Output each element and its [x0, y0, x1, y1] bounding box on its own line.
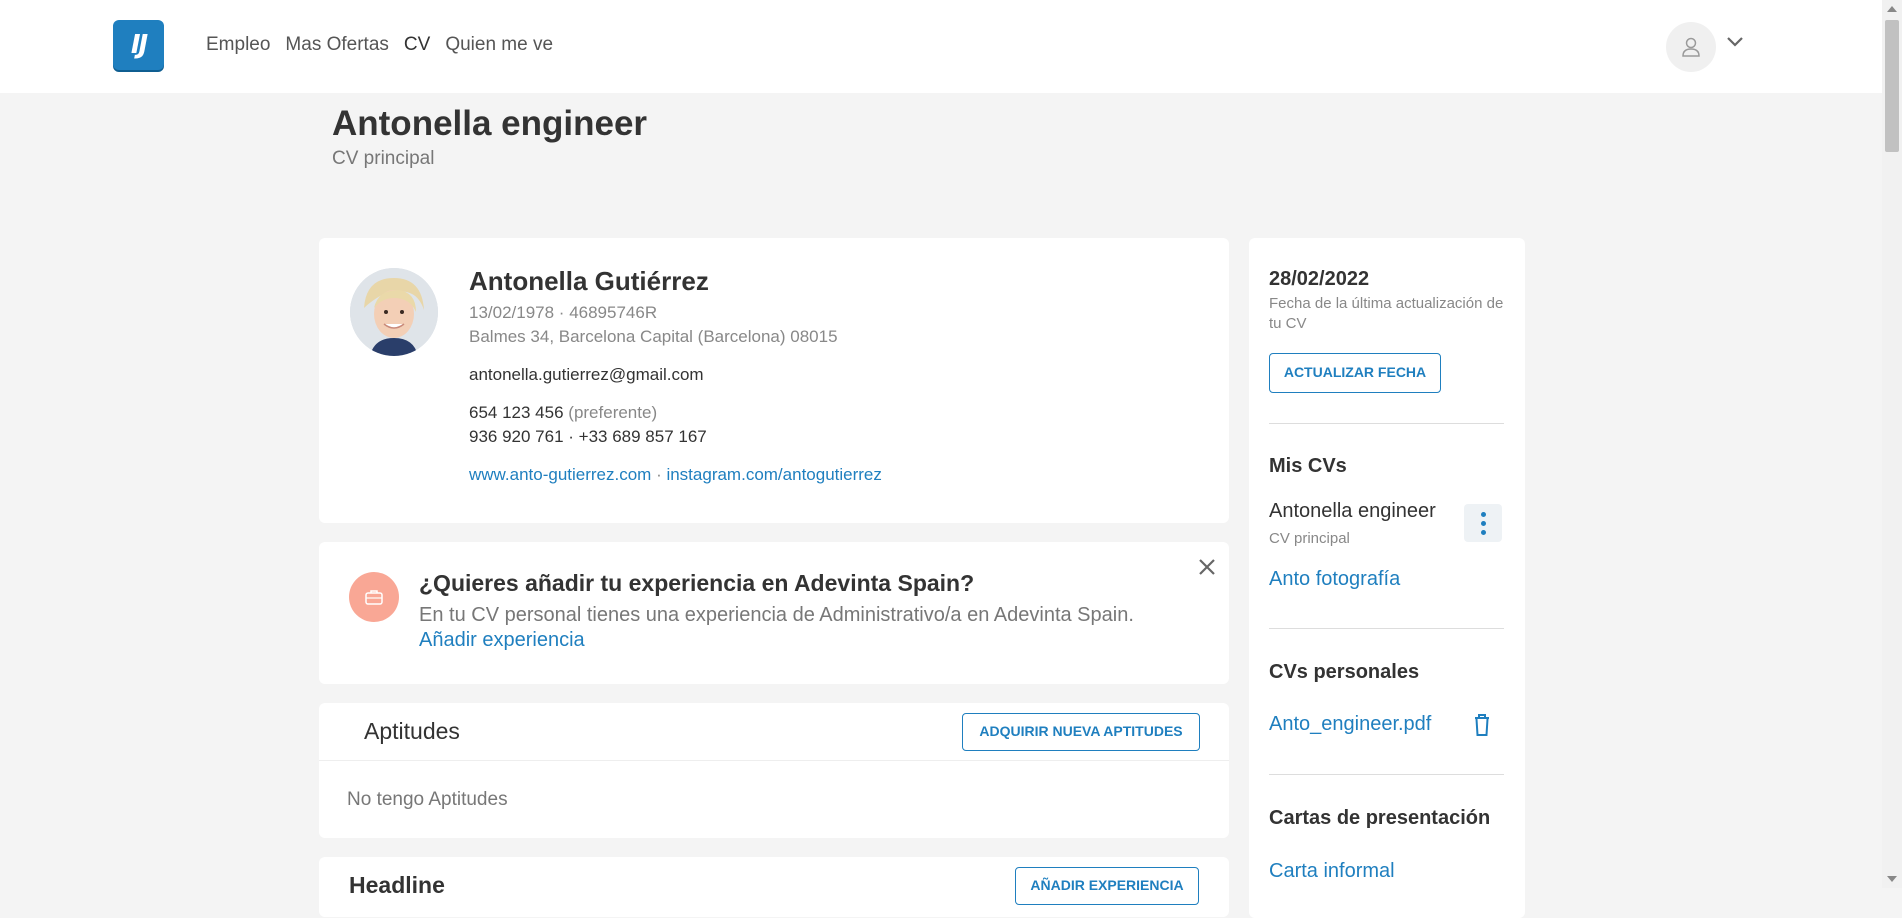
profile-photo	[350, 268, 438, 356]
kebab-dot	[1481, 521, 1486, 526]
mis-cvs-title: Mis CVs	[1269, 455, 1347, 477]
skills-title: Aptitudes	[364, 718, 460, 744]
nav-item-cv[interactable]: CV	[404, 34, 430, 56]
scroll-down-arrow-icon[interactable]	[1887, 876, 1897, 882]
nav-item-empleo[interactable]: Empleo	[206, 34, 270, 56]
add-experience-button[interactable]: AÑADIR EXPERIENCIA	[1015, 867, 1199, 905]
personal-cvs-title: CVs personales	[1269, 661, 1420, 683]
cv-sidebar: 28/02/2022 Fecha de la última actualizac…	[1249, 238, 1525, 918]
notice-icon-circle	[349, 572, 399, 622]
trash-icon[interactable]	[1473, 713, 1491, 737]
cv-link-anto-fotografia[interactable]: Anto fotografía	[1269, 568, 1400, 591]
skills-card: Aptitudes ADQUIRIR NUEVA APTITUDES No te…	[319, 703, 1229, 838]
main-nav: Empleo Mas Ofertas CV Quien me ve	[206, 34, 568, 56]
divider	[1269, 423, 1504, 424]
profile-phones-other: 936 920 761 · +33 689 857 167	[469, 427, 707, 446]
headline-title: Headline	[349, 872, 445, 898]
add-experience-notice: ¿Quieres añadir tu experiencia en Adevin…	[319, 542, 1229, 684]
top-navigation-bar: IJ Empleo Mas Ofertas CV Quien me ve	[0, 0, 1882, 93]
page-subtitle: CV principal	[332, 148, 435, 169]
divider	[1269, 774, 1504, 775]
update-date-button[interactable]: ACTUALIZAR FECHA	[1269, 353, 1441, 393]
cv-main-subtitle: CV principal	[1269, 530, 1350, 547]
skills-empty-text: No tengo Aptitudes	[347, 789, 508, 810]
phone-primary-note: (preferente)	[568, 403, 658, 422]
cv-main-name[interactable]: Antonella engineer	[1269, 500, 1436, 523]
phone-primary-number: 654 123 456	[469, 403, 564, 422]
kebab-dot	[1481, 530, 1486, 535]
cover-letter-link[interactable]: Carta informal	[1269, 860, 1395, 883]
profile-phone-primary: 654 123 456 (preferente)	[469, 403, 882, 423]
brand-logo[interactable]: IJ	[113, 20, 164, 70]
headline-card: Headline AÑADIR EXPERIENCIA	[319, 857, 1229, 917]
profile-info: Antonella Gutiérrez 13/02/1978 · 4689574…	[469, 266, 882, 485]
instagram-link[interactable]: instagram.com/antogutierrez	[666, 465, 881, 484]
last-update-note: Fecha de la última actualización de tu C…	[1269, 295, 1504, 332]
nav-item-mas-ofertas[interactable]: Mas Ofertas	[285, 34, 388, 56]
links-separator: ·	[651, 465, 667, 484]
page-title: Antonella engineer	[332, 104, 648, 143]
profile-links: www.anto-gutierrez.com · instagram.com/a…	[469, 465, 882, 485]
user-avatar-button[interactable]	[1666, 22, 1716, 72]
divider	[319, 760, 1229, 761]
close-icon[interactable]	[1195, 555, 1219, 579]
scroll-thumb[interactable]	[1885, 20, 1899, 152]
divider	[1269, 628, 1504, 629]
user-icon	[1682, 37, 1700, 57]
last-update-date: 28/02/2022	[1269, 268, 1370, 290]
profile-email: antonella.gutierrez@gmail.com	[469, 365, 704, 384]
personal-cv-file-link[interactable]: Anto_engineer.pdf	[1269, 713, 1431, 736]
scroll-up-arrow-icon[interactable]	[1887, 6, 1897, 12]
add-experience-link[interactable]: Añadir experiencia	[419, 629, 585, 652]
notice-title: ¿Quieres añadir tu experiencia en Adevin…	[419, 570, 975, 596]
kebab-dot	[1481, 512, 1486, 517]
profile-birth-id: 13/02/1978 · 46895746R	[469, 303, 658, 322]
briefcase-icon	[365, 590, 383, 605]
website-link[interactable]: www.anto-gutierrez.com	[469, 465, 651, 484]
notice-text: En tu CV personal tienes una experiencia…	[419, 604, 1134, 626]
chevron-down-icon[interactable]	[1726, 36, 1744, 48]
acquire-skills-button[interactable]: ADQUIRIR NUEVA APTITUDES	[962, 713, 1200, 751]
profile-card: Antonella Gutiérrez 13/02/1978 · 4689574…	[319, 238, 1229, 523]
profile-address: Balmes 34, Barcelona Capital (Barcelona)…	[469, 327, 838, 346]
nav-item-quien-me-ve[interactable]: Quien me ve	[445, 34, 553, 56]
cv-options-button[interactable]	[1464, 504, 1502, 542]
cover-letters-title: Cartas de presentación	[1269, 807, 1491, 829]
profile-name: Antonella Gutiérrez	[469, 266, 709, 296]
page-scrollbar[interactable]	[1882, 0, 1902, 888]
